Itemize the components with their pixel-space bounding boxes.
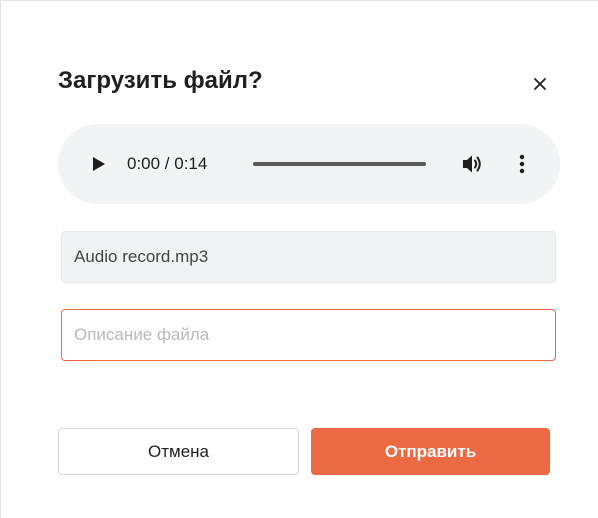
close-icon — [534, 78, 546, 90]
volume-icon — [463, 155, 481, 173]
audio-player: 0:00 / 0:14 — [58, 124, 560, 204]
send-button[interactable]: Отправить — [311, 428, 550, 475]
close-button[interactable] — [527, 71, 553, 97]
play-icon — [93, 157, 105, 171]
cancel-button[interactable]: Отмена — [58, 428, 299, 475]
play-button[interactable] — [89, 153, 109, 175]
more-options-button[interactable] — [510, 152, 534, 176]
volume-button[interactable] — [461, 152, 485, 176]
playback-time: 0:00 / 0:14 — [127, 154, 208, 173]
file-name-field: Audio record.mp3 — [61, 231, 556, 283]
upload-file-dialog: Загрузить файл? 0:00 / 0:14 Audio record… — [0, 0, 598, 518]
progress-slider[interactable] — [253, 162, 426, 166]
more-vertical-icon — [519, 154, 525, 174]
dialog-title: Загрузить файл? — [58, 67, 263, 94]
file-description-input[interactable] — [61, 309, 556, 361]
